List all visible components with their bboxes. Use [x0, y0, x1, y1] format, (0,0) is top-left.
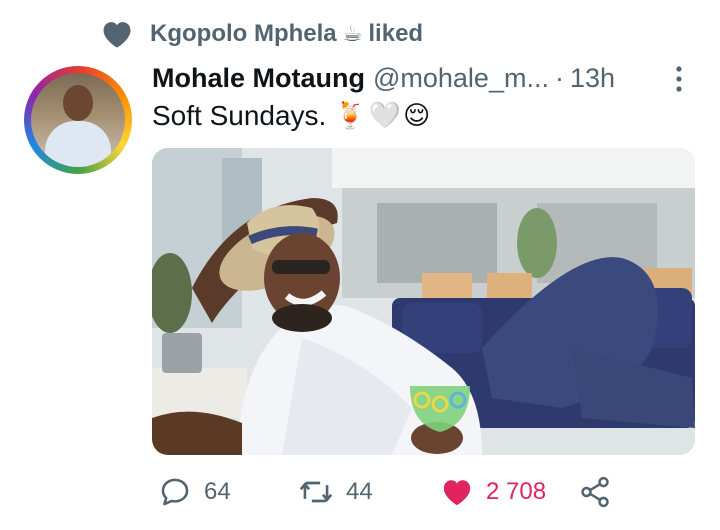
heart-filled-icon [443, 480, 471, 506]
reply-icon [161, 478, 189, 506]
tweet-photo[interactable] [152, 148, 695, 455]
separator-dot: · [554, 62, 564, 93]
reply-count: 64 [204, 478, 231, 505]
author-avatar[interactable] [24, 66, 132, 174]
retweet-button[interactable]: 44 [298, 470, 373, 514]
liker-name[interactable]: Kgopolo Mphela [150, 20, 337, 48]
tweet-text: Soft Sundays. 🍹🤍😌 [152, 100, 432, 132]
share-icon [581, 476, 609, 508]
like-button[interactable]: 2 708 [440, 470, 546, 514]
like-count: 2 708 [486, 478, 547, 505]
tweet-header: Mohale Motaung @mohale_m... · 13h [152, 60, 615, 96]
author-name[interactable]: Mohale Motaung [152, 63, 365, 94]
liked-label: liked [368, 20, 424, 47]
retweet-count: 44 [346, 478, 373, 505]
retweet-icon [299, 481, 333, 503]
tweet-actions: 64 44 2 708 [150, 470, 710, 514]
avatar-photo [31, 73, 125, 167]
author-handle[interactable]: @mohale_m... [373, 63, 549, 94]
heart-icon [103, 22, 131, 48]
reply-button[interactable]: 64 [158, 470, 231, 514]
social-context: Kgopolo Mphela ☕ liked [100, 16, 423, 52]
share-button[interactable] [578, 470, 612, 514]
tweet-timestamp[interactable]: 13h [570, 63, 615, 94]
tweet-emojis: 🍹🤍😌 [334, 101, 433, 131]
more-vertical-icon[interactable] [668, 62, 690, 96]
tweet-body: Soft Sundays. [152, 100, 327, 131]
social-context-text[interactable]: Kgopolo Mphela ☕ liked [150, 20, 423, 48]
liker-emoji: ☕ [342, 21, 363, 47]
photo-illustration [152, 148, 695, 455]
